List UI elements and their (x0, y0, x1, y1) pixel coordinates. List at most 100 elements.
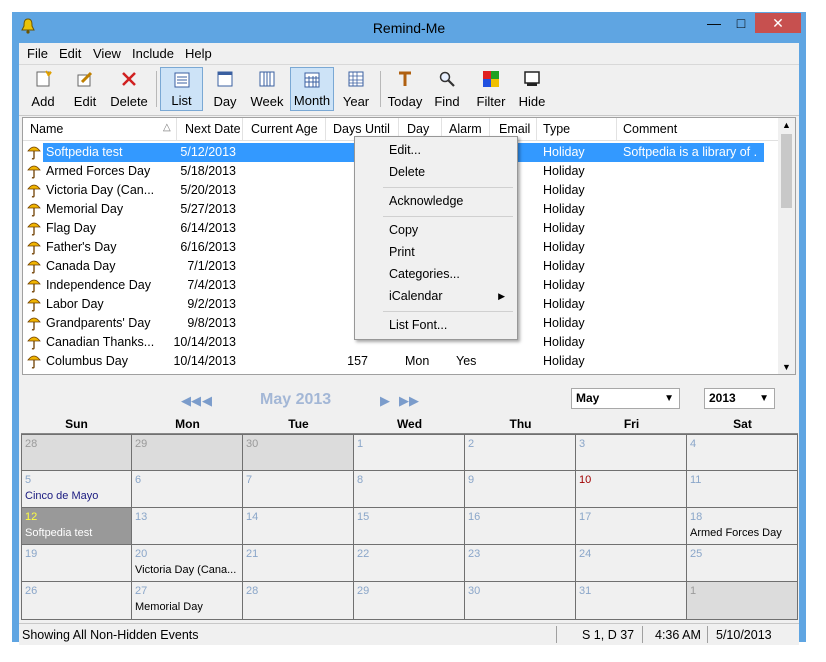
calendar-day-cell[interactable]: 1 (354, 434, 465, 471)
calendar-event[interactable]: Cinco de Mayo (25, 490, 129, 502)
calendar-day-cell[interactable]: 31 (576, 582, 687, 620)
next-month-icon[interactable]: ▶ (380, 393, 390, 409)
column-current-age[interactable]: Current Age (251, 122, 318, 136)
calendar-day-cell[interactable]: 4 (687, 434, 798, 471)
context-delete[interactable]: Delete (389, 165, 425, 179)
calendar-day-cell[interactable]: 22 (354, 545, 465, 582)
calendar-day-cell[interactable]: 16 (465, 508, 576, 545)
calendar-day-cell[interactable]: 29 (354, 582, 465, 620)
maximize-button[interactable]: □ (728, 13, 754, 33)
menu-include[interactable]: Include (132, 46, 174, 61)
calendar-day-cell[interactable]: 23 (465, 545, 576, 582)
calendar-day-cell[interactable]: 2 (465, 434, 576, 471)
today-button[interactable]: Today (385, 67, 425, 111)
day-view-button[interactable]: Day (207, 67, 243, 111)
filter-button[interactable]: Filter (471, 67, 511, 111)
menu-help[interactable]: Help (185, 46, 212, 61)
calendar-day-cell[interactable]: 7 (243, 471, 354, 508)
column-type[interactable]: Type (543, 122, 570, 136)
month-view-button[interactable]: Month (290, 67, 334, 111)
scroll-down-icon[interactable]: ▼ (782, 362, 791, 372)
calendar-day-cell[interactable]: 1 (687, 582, 798, 620)
calendar-day-cell[interactable]: 8 (354, 471, 465, 508)
calendar-day-cell[interactable]: 27 Memorial Day (132, 582, 243, 620)
column-comment[interactable]: Comment (623, 122, 677, 136)
calendar-day-cell[interactable]: 5 Cinco de Mayo (21, 471, 132, 508)
calendar-day-cell[interactable]: 12 Softpedia test (21, 508, 132, 545)
column-name[interactable]: Name (30, 122, 63, 136)
cell-date: 6/16/2013 (180, 240, 236, 254)
toolbar-separator (156, 71, 157, 107)
calendar-day-cell[interactable]: 30 (243, 434, 354, 471)
year-view-button[interactable]: Year (337, 67, 375, 111)
calendar-day-cell[interactable]: 15 (354, 508, 465, 545)
calendar-day-cell[interactable]: 29 (132, 434, 243, 471)
edit-icon (77, 71, 93, 87)
delete-button[interactable]: Delete (107, 67, 151, 111)
menu-file[interactable]: File (27, 46, 48, 61)
next-year-icon[interactable]: ▶▶ (399, 393, 419, 409)
context-icalendar[interactable]: iCalendar (389, 289, 443, 303)
calendar-day-cell[interactable]: 24 (576, 545, 687, 582)
context-acknowledge[interactable]: Acknowledge (389, 194, 463, 208)
list-row[interactable]: Columbus Day 10/14/2013 157 Mon Yes Holiday (23, 352, 779, 371)
calendar-day-cell[interactable]: 20 Victoria Day (Cana... (132, 545, 243, 582)
calendar-day-cell[interactable]: 19 (21, 545, 132, 582)
list-scrollbar[interactable]: ▲ ▼ (778, 118, 795, 374)
list-view-button[interactable]: List (160, 67, 203, 111)
hide-button[interactable]: Hide (515, 67, 549, 111)
menu-edit[interactable]: Edit (59, 46, 81, 61)
cell-type: Holiday (543, 202, 585, 216)
calendar-event[interactable]: Victoria Day (Cana... (135, 564, 239, 576)
calendar-day-cell[interactable]: 13 (132, 508, 243, 545)
previous-month-icon[interactable]: ◀ (202, 393, 212, 409)
column-day[interactable]: Day (407, 122, 429, 136)
edit-button[interactable]: Edit (67, 67, 103, 111)
umbrella-icon (27, 336, 41, 350)
calendar-day-cell[interactable]: 9 (465, 471, 576, 508)
column-email[interactable]: Email (499, 122, 530, 136)
column-next-date[interactable]: Next Date (185, 122, 241, 136)
month-select[interactable]: May ▼ (571, 388, 680, 409)
week-view-button[interactable]: Week (247, 67, 287, 111)
close-button[interactable]: ✕ (755, 13, 801, 33)
scroll-thumb[interactable] (781, 134, 792, 208)
calendar-day-cell[interactable]: 28 (243, 582, 354, 620)
context-list-font[interactable]: List Font... (389, 318, 447, 332)
add-button[interactable]: Add (25, 67, 61, 111)
context-categories[interactable]: Categories... (389, 267, 460, 281)
menu-view[interactable]: View (93, 46, 121, 61)
scroll-up-icon[interactable]: ▲ (782, 120, 791, 130)
cell-name: Canada Day (46, 259, 116, 273)
column-days-until[interactable]: Days Until (333, 122, 390, 136)
year-select[interactable]: 2013 ▼ (704, 388, 775, 409)
day-number: 31 (579, 585, 592, 597)
calendar-day-cell[interactable]: 21 (243, 545, 354, 582)
year-view-icon (348, 71, 364, 87)
calendar-event[interactable]: Memorial Day (135, 601, 239, 613)
calendar-day-cell[interactable]: 17 (576, 508, 687, 545)
context-copy[interactable]: Copy (389, 223, 418, 237)
calendar-day-cell[interactable]: 25 (687, 545, 798, 582)
umbrella-icon (27, 203, 41, 217)
calendar-day-cell[interactable]: 14 (243, 508, 354, 545)
find-button[interactable]: Find (429, 67, 465, 111)
day-number: 11 (690, 474, 702, 486)
calendar-day-cell[interactable]: 10 (576, 471, 687, 508)
context-edit[interactable]: Edit... (389, 143, 421, 157)
calendar-day-cell[interactable]: 3 (576, 434, 687, 471)
calendar-event[interactable]: Armed Forces Day (690, 527, 794, 539)
context-print[interactable]: Print (389, 245, 415, 259)
calendar-day-cell[interactable]: 18 Armed Forces Day (687, 508, 798, 545)
calendar-day-cell[interactable]: 11 (687, 471, 798, 508)
calendar-day-cell[interactable]: 28 (21, 434, 132, 471)
column-alarm[interactable]: Alarm (449, 122, 482, 136)
calendar-day-cell[interactable]: 6 (132, 471, 243, 508)
title-bar[interactable]: Remind-Me — □ ✕ (12, 12, 806, 43)
previous-year-icon[interactable]: ◀◀ (181, 393, 201, 409)
calendar-day-cell[interactable]: 26 (21, 582, 132, 620)
calendar-event[interactable]: Softpedia test (25, 527, 129, 539)
calendar-day-cell[interactable]: 30 (465, 582, 576, 620)
minimize-button[interactable]: — (701, 13, 727, 33)
hide-icon (524, 71, 540, 86)
